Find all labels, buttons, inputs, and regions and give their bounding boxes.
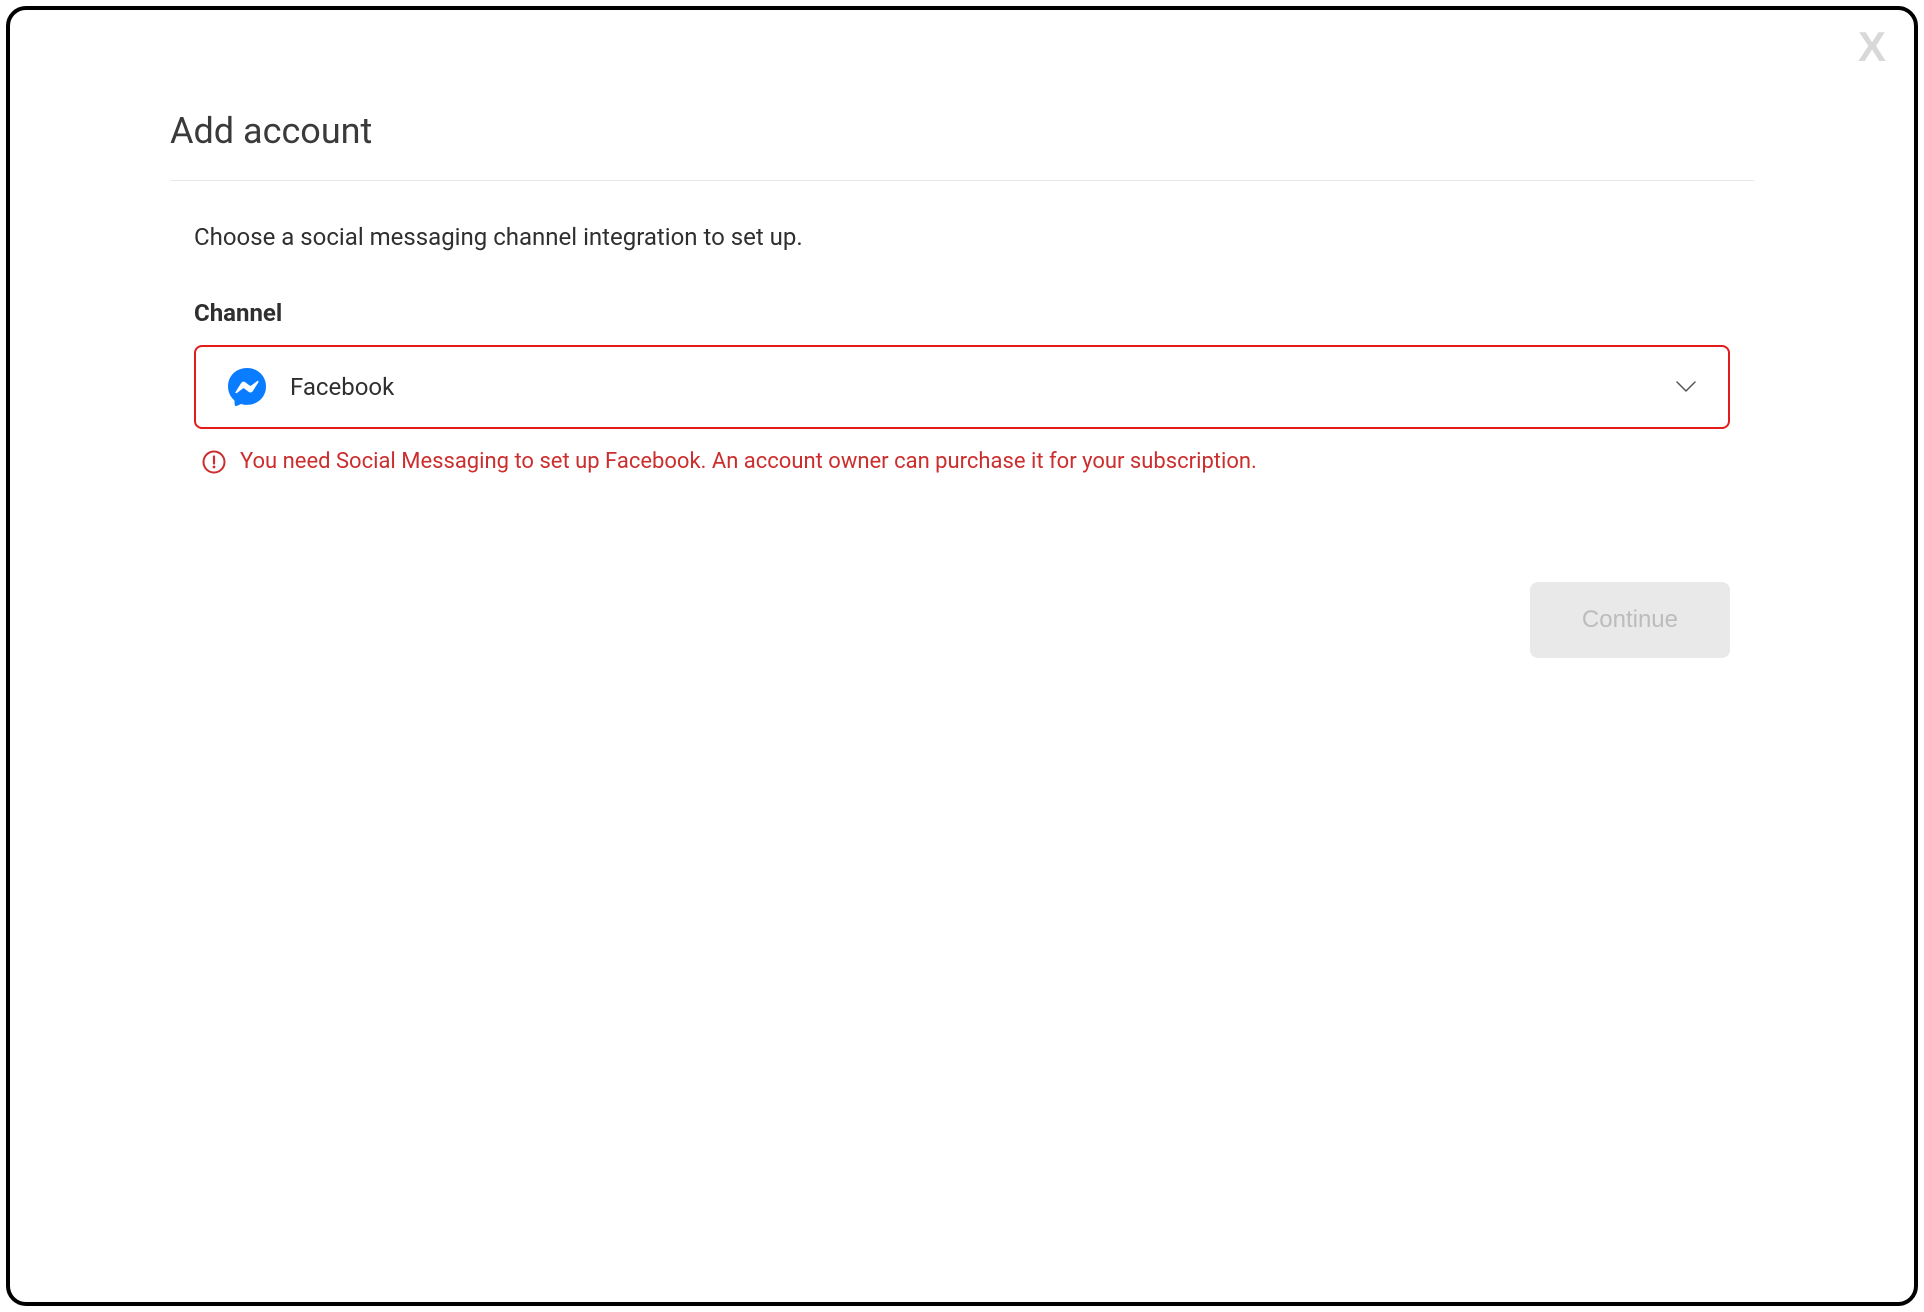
modal-description: Choose a social messaging channel integr… [170,223,1754,251]
continue-button[interactable]: Continue [1530,582,1730,658]
alert-circle-icon [202,450,226,474]
channel-label: Channel [194,299,1730,327]
modal-content: Add account Choose a social messaging ch… [10,10,1914,658]
close-button[interactable]: X [1858,26,1886,68]
channel-field-group: Channel Facebook [170,299,1754,474]
channel-error: You need Social Messaging to set up Face… [194,449,1730,474]
channel-selected-value: Facebook [290,373,1676,401]
channel-select[interactable]: Facebook [194,345,1730,429]
divider [170,180,1754,181]
modal-title: Add account [170,110,1754,152]
add-account-modal: X Add account Choose a social messaging … [6,6,1918,1306]
modal-actions: Continue [170,582,1754,658]
channel-error-text: You need Social Messaging to set up Face… [240,449,1257,474]
chevron-down-icon [1676,381,1696,393]
messenger-icon [228,368,266,406]
